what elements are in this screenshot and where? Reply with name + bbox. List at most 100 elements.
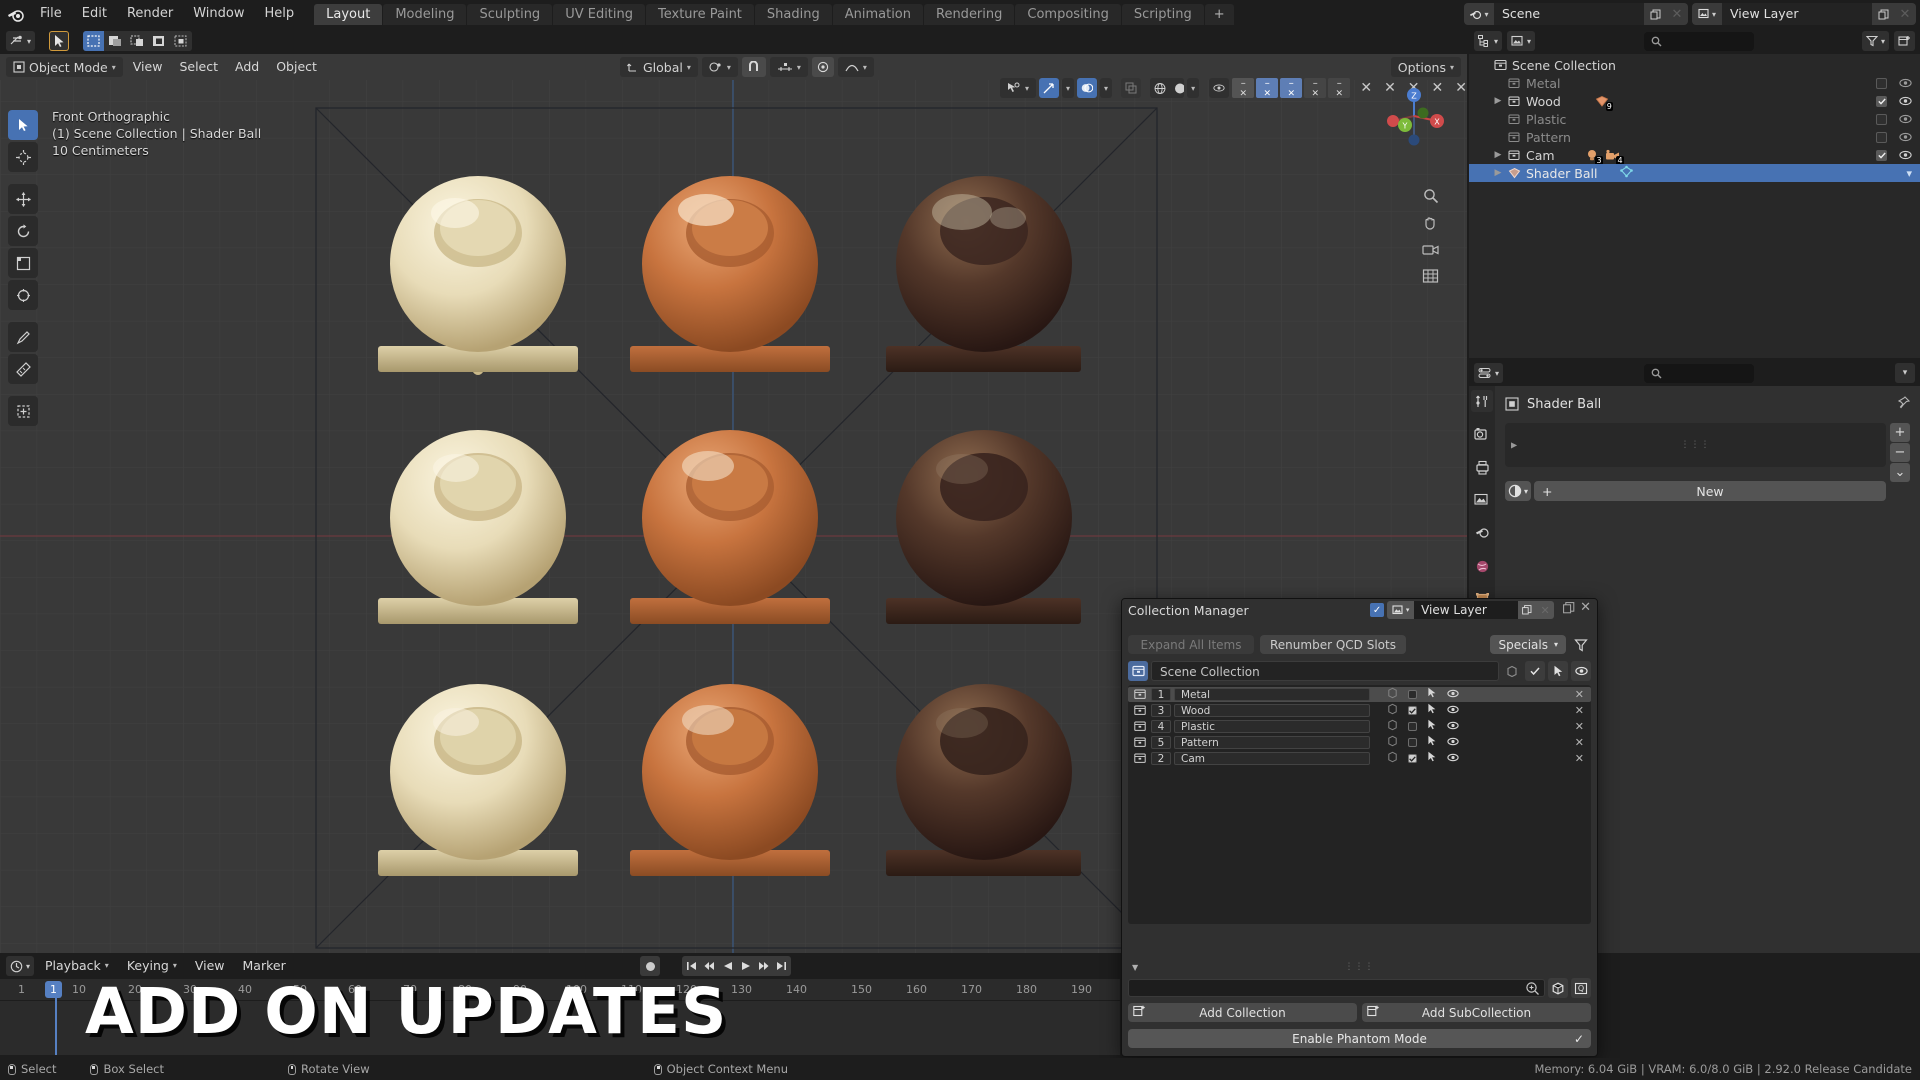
- solid-shading-icon[interactable]: [1169, 78, 1185, 98]
- cm-remove-metal-button[interactable]: ✕: [1575, 688, 1584, 701]
- tab-modeling[interactable]: Modeling: [383, 3, 467, 25]
- properties-options-dropdown[interactable]: ▾: [1895, 363, 1916, 383]
- close-icon[interactable]: ✕: [1580, 601, 1591, 618]
- resize-grip-icon[interactable]: ⋮⋮⋮: [1345, 962, 1375, 972]
- outliner-search-input[interactable]: [1643, 31, 1754, 51]
- eye-icon[interactable]: [1447, 703, 1459, 718]
- prev-keyframe-button[interactable]: [701, 957, 718, 975]
- cm-row-metal[interactable]: 1 Metal ✕: [1128, 687, 1591, 703]
- jump-end-button[interactable]: [773, 957, 790, 975]
- viewport-menu-object[interactable]: Object: [269, 57, 324, 77]
- cm-qcd-slot-pattern[interactable]: 5: [1151, 736, 1171, 750]
- cm-qcd-toggle-icon[interactable]: Q: [1571, 978, 1591, 998]
- navigation-gizmo[interactable]: Z X Y: [1381, 83, 1447, 149]
- collection-vis-1[interactable]: – ✕: [1232, 78, 1255, 99]
- outliner-row-plastic[interactable]: Plastic: [1469, 110, 1920, 128]
- eye-icon[interactable]: [1899, 114, 1912, 124]
- cm-qcd-slot-plastic[interactable]: 4: [1151, 720, 1171, 734]
- cm-row-plastic[interactable]: 4 Plastic ✕: [1128, 719, 1591, 734]
- collapse-arrow-icon[interactable]: ▼: [1132, 963, 1138, 972]
- xray-toggle-icon[interactable]: [1121, 78, 1142, 98]
- add-material-slot-button[interactable]: +: [1890, 423, 1910, 442]
- scene-name-field[interactable]: Scene: [1494, 3, 1644, 25]
- camera-view-icon[interactable]: [1422, 242, 1439, 257]
- cm-name-metal[interactable]: Metal: [1174, 688, 1370, 702]
- outliner-row-cam[interactable]: ▶ Cam 3 4: [1469, 146, 1920, 165]
- view-layer-enabled-checkbox[interactable]: ✓: [1370, 603, 1385, 617]
- timeline-menu-playback[interactable]: Playback ▾: [38, 956, 116, 976]
- timeline-menu-view[interactable]: View: [188, 956, 232, 976]
- select-subtract-icon[interactable]: [126, 31, 149, 51]
- local-view-icon[interactable]: [1209, 78, 1230, 98]
- tab-add-workspace-button[interactable]: +: [1204, 3, 1234, 25]
- disclosure-triangle-icon[interactable]: ▶: [1491, 150, 1505, 160]
- exclude-checkbox[interactable]: [1876, 95, 1887, 107]
- collection-vis-2[interactable]: – ✕: [1256, 78, 1279, 99]
- proportional-falloff-icon[interactable]: [811, 57, 834, 77]
- tool-transform-icon[interactable]: [8, 280, 38, 310]
- timeline-menu-keying[interactable]: Keying ▾: [120, 956, 184, 976]
- view-layer-icon[interactable]: ▾: [1387, 601, 1415, 619]
- selectable-cursor-icon[interactable]: [1427, 687, 1437, 702]
- outliner-row-shader-ball[interactable]: ▶ Shader Ball ▾: [1469, 164, 1920, 182]
- tab-output-icon[interactable]: [1471, 456, 1493, 478]
- remove-material-slot-button[interactable]: −: [1890, 443, 1910, 462]
- eye-icon[interactable]: [1899, 132, 1912, 142]
- eye-icon[interactable]: [1447, 687, 1459, 702]
- menu-edit[interactable]: Edit: [72, 0, 117, 28]
- zoom-icon[interactable]: [1423, 188, 1439, 204]
- tool-move-icon[interactable]: [8, 184, 38, 214]
- tab-view-layer-icon[interactable]: [1471, 489, 1493, 511]
- tool-scale-icon[interactable]: [8, 248, 38, 278]
- tab-texture-paint[interactable]: Texture Paint: [646, 3, 754, 25]
- new-material-button[interactable]: + New: [1534, 481, 1886, 501]
- cm-resize-bar[interactable]: ▼ ⋮⋮⋮: [1128, 958, 1591, 976]
- eye-icon[interactable]: [1899, 78, 1912, 88]
- next-keyframe-button[interactable]: [755, 957, 772, 975]
- tool-add-cube-icon[interactable]: [8, 396, 38, 426]
- show-overlays-icon[interactable]: [1077, 78, 1098, 98]
- add-subcollection-button[interactable]: Add SubCollection: [1362, 1003, 1591, 1022]
- object-mode-dropdown[interactable]: Object Mode ▾: [6, 57, 123, 77]
- properties-search-input[interactable]: [1644, 363, 1755, 383]
- expand-all-items-button[interactable]: Expand All Items: [1128, 635, 1254, 654]
- cm-scene-collection-name[interactable]: Scene Collection: [1151, 661, 1499, 681]
- tab-uv-editing[interactable]: UV Editing: [553, 3, 646, 25]
- specials-dropdown[interactable]: Specials ▾: [1490, 635, 1566, 654]
- renumber-qcd-slots-button[interactable]: Renumber QCD Slots: [1260, 635, 1406, 654]
- cm-new-view-layer-button[interactable]: [1518, 601, 1537, 619]
- new-view-layer-button[interactable]: [1872, 3, 1894, 25]
- tool-annotate-icon[interactable]: [8, 322, 38, 352]
- qcd-slot-x5[interactable]: ✕: [1455, 80, 1467, 96]
- cm-remove-wood-button[interactable]: ✕: [1575, 704, 1584, 717]
- new-scene-button[interactable]: [1644, 3, 1666, 25]
- cm-remove-plastic-button[interactable]: ✕: [1575, 720, 1584, 733]
- snap-magnet-icon[interactable]: [741, 57, 766, 77]
- resize-grip-icon[interactable]: ⋮⋮⋮: [1681, 440, 1711, 450]
- selectable-cursor-icon[interactable]: [1427, 703, 1437, 718]
- play-button[interactable]: [737, 957, 754, 975]
- holdout-icon[interactable]: [1502, 661, 1522, 681]
- cm-row-cam[interactable]: 2 Cam ✕: [1128, 751, 1591, 766]
- cm-view-layer-name[interactable]: View Layer: [1414, 601, 1519, 619]
- eye-icon[interactable]: [1899, 96, 1912, 106]
- tab-sculpting[interactable]: Sculpting: [467, 3, 553, 25]
- viewport-options-dropdown[interactable]: Options ▾: [1390, 57, 1461, 77]
- viewport-menu-add[interactable]: Add: [228, 57, 266, 77]
- editor-type-icon[interactable]: ▾: [6, 31, 36, 51]
- outliner-editor-type-icon[interactable]: ▾: [1474, 31, 1503, 51]
- select-extend-icon[interactable]: [104, 31, 127, 51]
- selectable-cursor-icon[interactable]: [1427, 751, 1437, 766]
- selectable-cursor-icon[interactable]: [1427, 735, 1437, 750]
- cm-qcd-slot-cam[interactable]: 2: [1151, 752, 1171, 766]
- eye-icon[interactable]: [1571, 661, 1591, 681]
- expand-arrow-icon[interactable]: ▶: [1511, 441, 1517, 450]
- unlink-scene-button[interactable]: ✕: [1666, 3, 1688, 25]
- cm-filter-icon[interactable]: [1571, 635, 1591, 654]
- scene-icon[interactable]: ▾: [1464, 3, 1494, 25]
- tab-shading[interactable]: Shading: [754, 3, 832, 25]
- proportional-edit-dropdown[interactable]: ▾: [769, 57, 808, 77]
- shading-dropdown[interactable]: ▾: [1187, 78, 1200, 98]
- remove-view-layer-button[interactable]: ✕: [1894, 3, 1916, 25]
- eye-icon[interactable]: [1899, 150, 1912, 160]
